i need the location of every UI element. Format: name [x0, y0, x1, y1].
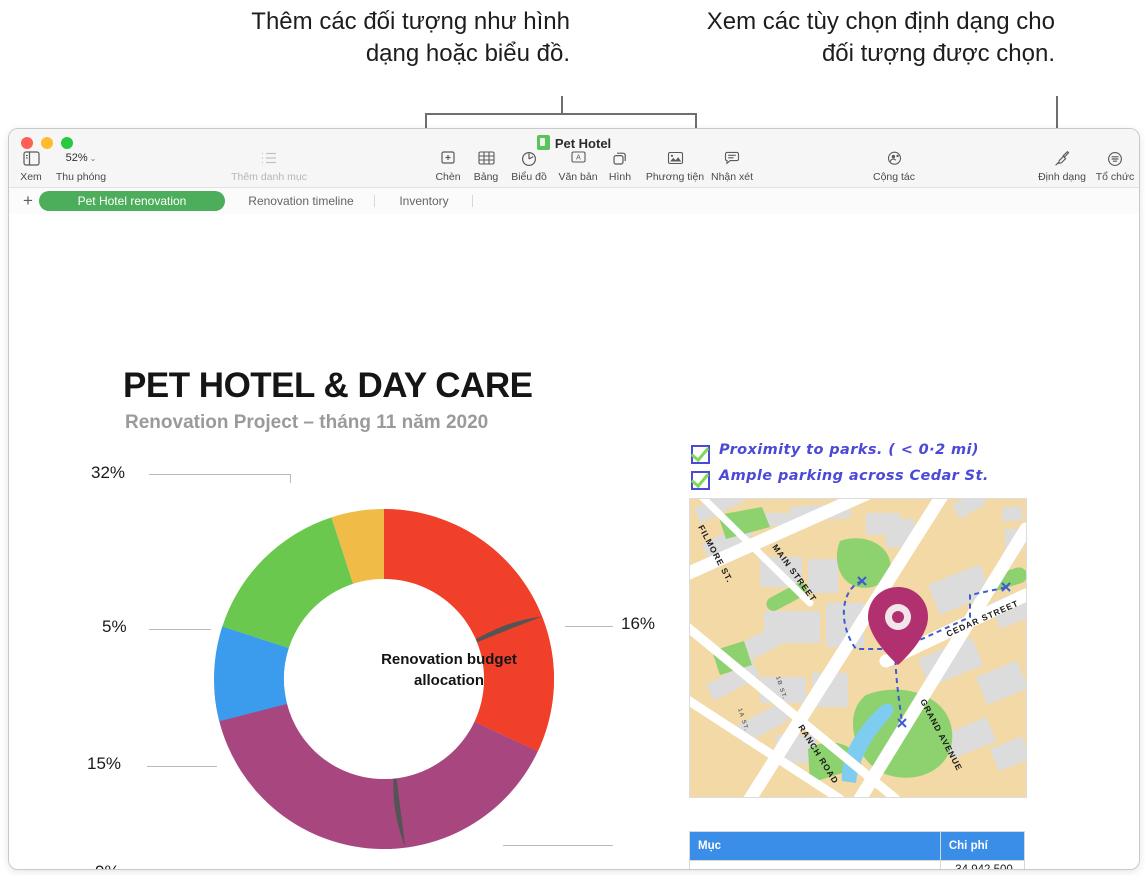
toolbar-chart-label: Biểu đồ [511, 171, 547, 183]
tab-label: Pet Hotel renovation [77, 194, 187, 208]
donut-center-label: Renovation budget allocation [354, 649, 544, 691]
checkbox-checked-icon[interactable] [691, 445, 710, 464]
svg-text:A: A [576, 155, 581, 162]
page-title: PET HOTEL & DAY CARE [123, 366, 533, 405]
numbers-app-window: Pet Hotel Xem 52% ⌄ Thu phóng Thêm danh … [8, 128, 1140, 870]
toolbar-add-category-button[interactable]: Thêm danh mục [219, 151, 319, 183]
location-map-image[interactable]: FILMORE ST. MAIN STREET CEDAR STREET RAN… [689, 498, 1027, 798]
checklist-item-proximity[interactable]: Proximity to parks. ( < 0·2 mi) [691, 442, 1041, 468]
document-title-bar: Pet Hotel [9, 135, 1139, 151]
text-box-icon: A [553, 151, 603, 169]
chart-icon [503, 151, 555, 169]
toolbar-comment-button[interactable]: Nhận xét [703, 151, 761, 183]
toolbar-organize-button[interactable]: Tổ chức [1087, 151, 1139, 183]
callout-text-insert-objects: Thêm các đối tượng như hình dạng hoặc bi… [251, 8, 570, 67]
chart-label-16: 16% [621, 614, 656, 633]
toolbar-organize-label: Tổ chức [1095, 171, 1135, 183]
toolbar-table-label: Bảng [473, 171, 499, 183]
format-brush-icon [1031, 151, 1093, 169]
zoom-dropdown[interactable]: 52% ⌄ [53, 150, 109, 167]
leader-line-16 [565, 626, 613, 627]
toolbar-comment-label: Nhận xét [710, 171, 754, 183]
table-header-cost[interactable]: Chi phí [939, 831, 1026, 861]
toolbar-text-label: Văn bản [558, 171, 598, 183]
toolbar-media-button[interactable]: Phương tiện [637, 151, 713, 183]
callout-stem-left [561, 96, 563, 114]
donut-center-line2: allocation [413, 672, 484, 689]
table-cell-cost[interactable]: 34,942,500. ₫ [939, 860, 1026, 869]
tab-separator [472, 195, 473, 207]
toolbar-format-label: Định dạng [1038, 171, 1086, 183]
table-row[interactable]: Design consultation fees 34,942,500. ₫ [689, 860, 1026, 869]
sidebar-icon [15, 151, 47, 169]
table-cell-item[interactable]: Design consultation fees [689, 860, 941, 869]
tab-label: Inventory [399, 194, 449, 208]
comment-icon [703, 151, 761, 169]
checklist-label: Proximity to parks. ( < 0·2 mi) [719, 442, 979, 458]
sidebar-item-inventory[interactable]: Inventory [379, 191, 469, 211]
sidebar-item-renovation-timeline[interactable]: Renovation timeline [231, 191, 371, 211]
toolbar-zoom-label: Thu phóng [55, 171, 107, 183]
toolbar-collaborate-label: Cộng tác [872, 171, 916, 183]
leader-line-32-tick [290, 474, 291, 483]
numbers-document-icon [536, 135, 550, 150]
document-title: Pet Hotel [554, 136, 612, 151]
toolbar-add-category-label: Thêm danh mục [231, 171, 307, 183]
toolbar-collaborate-button[interactable]: Cộng tác [865, 151, 923, 183]
leader-line-5 [149, 629, 211, 630]
collaborate-icon [865, 151, 923, 169]
zoom-value: 52% [65, 152, 88, 164]
donut-center-line1: Renovation budget [381, 651, 517, 668]
table-icon [465, 151, 507, 169]
list-icon [219, 151, 319, 169]
sheet-tab-bar: + Pet Hotel renovation Renovation timeli… [9, 188, 1139, 215]
toolbar-chart-button[interactable]: Biểu đồ [503, 151, 555, 183]
table-header-item[interactable]: Mục [689, 831, 941, 861]
toolbar-shape-button[interactable]: Hình [599, 151, 641, 183]
toolbar-shape-label: Hình [608, 171, 632, 183]
chart-label-32: 32% [91, 463, 126, 482]
organize-icon [1087, 151, 1139, 169]
toolbar-text-button[interactable]: A Văn bản [553, 151, 603, 183]
handwritten-checklist: Proximity to parks. ( < 0·2 mi) Ample pa… [691, 442, 1041, 494]
toolbar-media-label: Phương tiện [645, 171, 705, 183]
leader-line-15 [147, 766, 217, 767]
checkbox-checked-icon[interactable] [691, 471, 710, 490]
callout-text-format-options: Xem các tùy chọn định dạng cho đối tượng… [706, 8, 1055, 67]
leader-line-32 [149, 474, 291, 475]
chevron-down-icon: ⌄ [89, 154, 97, 163]
tab-label: Renovation timeline [248, 194, 354, 208]
donut-chart[interactable]: Renovation budget allocation 32% 5% 15% … [69, 459, 689, 869]
main-toolbar: Xem 52% ⌄ Thu phóng Thêm danh mục Chèn B… [9, 151, 1139, 187]
leader-line-23 [503, 845, 613, 846]
add-sheet-button[interactable]: + [20, 192, 36, 209]
toolbar-zoom-label-wrap: Thu phóng [39, 172, 123, 183]
chart-label-5: 5% [102, 617, 127, 636]
cost-table[interactable]: Mục Chi phí Design consultation fees 34,… [689, 831, 1026, 869]
tab-separator [374, 195, 375, 207]
toolbar-table-button[interactable]: Bảng [465, 151, 507, 183]
checklist-label: Ample parking across Cedar St. [719, 468, 989, 484]
media-image-icon [637, 151, 713, 169]
chart-label-9: 9% [95, 862, 120, 869]
sheet-canvas[interactable]: PET HOTEL & DAY CARE Renovation Project … [9, 214, 1139, 869]
table-header-row: Mục Chi phí [689, 831, 1026, 861]
page-subtitle: Renovation Project – tháng 11 năm 2020 [125, 412, 489, 433]
window-titlebar: Pet Hotel Xem 52% ⌄ Thu phóng Thêm danh … [9, 129, 1139, 188]
chart-label-15: 15% [87, 754, 122, 773]
shape-icon [599, 151, 641, 169]
screenshot-root: Thêm các đối tượng như hình dạng hoặc bi… [0, 0, 1146, 875]
toolbar-format-button[interactable]: Định dạng [1031, 151, 1093, 183]
toolbar-insert-label: Chèn [435, 171, 461, 183]
checklist-item-parking[interactable]: Ample parking across Cedar St. [691, 468, 1041, 494]
sidebar-item-pet-hotel-renovation[interactable]: Pet Hotel renovation [39, 191, 225, 211]
